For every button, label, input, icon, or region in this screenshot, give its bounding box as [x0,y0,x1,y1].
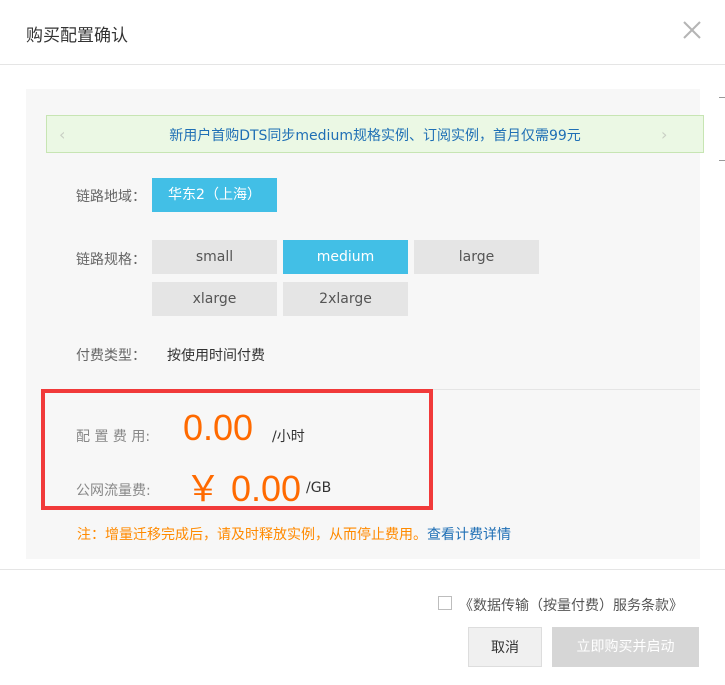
spec-option-small[interactable]: small [152,240,277,274]
spec-option-2xlarge[interactable]: 2xlarge [283,282,408,316]
region-label: 链路地域： [76,189,146,205]
config-fee-unit: /小时 [272,429,305,445]
billing-note-text: 注：增量迁移完成后，请及时释放实例，从而停止费用。 [77,527,427,543]
config-fee-label: 配 置 费 用: [76,429,151,445]
billing-note: 注：增量迁移完成后，请及时释放实例，从而停止费用。查看计费详情 [77,524,511,544]
spec-label: 链路规格： [76,252,146,268]
promo-text: 新用户首购DTS同步medium规格实例、订阅实例，首月仅需99元 [169,128,581,144]
region-option-selected[interactable]: 华东2（上海） [152,178,277,212]
terms-link[interactable]: 《数据传输（按量付费）服务条款》 [459,595,683,615]
billing-details-link[interactable]: 查看计费详情 [427,527,511,543]
terms-checkbox[interactable] [438,596,452,610]
payment-value: 按使用时间付费 [167,348,265,364]
edge-mark [719,97,725,98]
spec-option-medium[interactable]: medium [283,240,408,274]
buy-and-start-button[interactable]: 立即购买并启动 [552,627,699,667]
config-fee-value: 0.00 [183,407,254,448]
edge-mark [719,160,725,161]
chevron-right-icon[interactable]: › [661,125,667,144]
traffic-fee-value: ￥ 0.00 [185,468,302,509]
header-divider [0,64,725,65]
cancel-button[interactable]: 取消 [468,627,542,667]
purchase-confirm-dialog: 购买配置确认 ‹ 新用户首购DTS同步medium规格实例、订阅实例，首月仅需9… [0,0,725,685]
promo-banner: ‹ 新用户首购DTS同步medium规格实例、订阅实例，首月仅需99元 › [46,115,704,153]
traffic-fee-label: 公网流量费: [76,483,151,499]
close-icon[interactable] [681,19,703,41]
payment-label: 付费类型： [76,348,146,364]
dialog-title: 购买配置确认 [26,26,128,46]
spec-option-large[interactable]: large [414,240,539,274]
fee-divider [426,389,700,390]
spec-option-xlarge[interactable]: xlarge [152,282,277,316]
footer-divider [0,569,725,570]
traffic-fee-unit: /GB [306,480,332,496]
